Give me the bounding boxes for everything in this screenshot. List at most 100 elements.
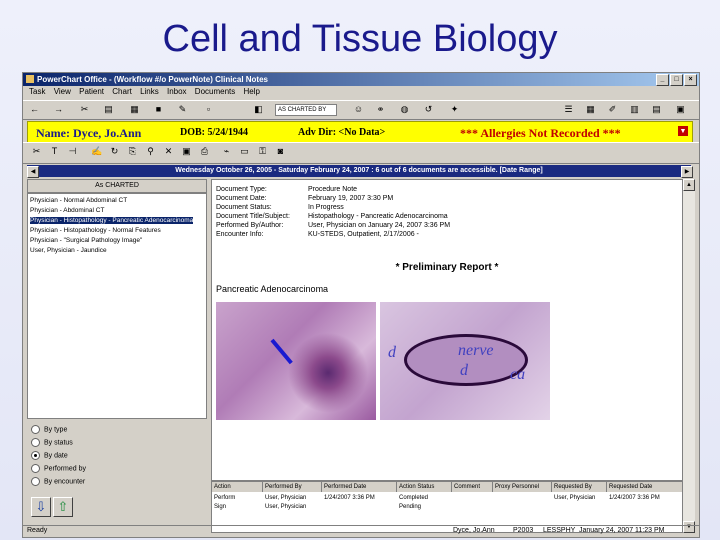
menu-task[interactable]: Task [29,87,45,96]
spell-icon[interactable]: ✎ [177,104,188,115]
sort-label: By encounter [44,478,86,486]
globe-icon[interactable]: ◍ [399,104,410,115]
chart-icon[interactable]: ▥ [629,104,640,115]
list-icon[interactable]: ☰ [563,104,574,115]
new-document-icon[interactable]: ▫ [203,104,214,115]
field-value: User, Physician on January 24, 2007 3:36… [308,222,451,229]
people-icon[interactable]: ☺ [353,104,364,115]
histology-image-nerve: nerve d d ca [380,302,550,420]
field-value: Histopathology - Pancreatic Adenocarcino… [308,213,448,220]
camera-icon[interactable]: ◙ [275,146,286,157]
document-item[interactable]: Physician - Normal Abdominal CT [30,197,127,204]
field-label: Document Status: [216,204,272,211]
edit-icon[interactable]: ✐ [607,104,618,115]
grid-header[interactable]: Performed Date [322,482,397,492]
sort-by-type[interactable]: By type [31,425,67,434]
radio-icon [31,464,40,473]
patient-banner: Name: Dyce, Jo.Ann DOB: 5/24/1944 Adv Di… [27,121,693,143]
minimize-button[interactable]: _ [656,74,669,86]
view-icon[interactable]: ◧ [253,104,264,115]
menu-documents[interactable]: Documents [195,87,235,96]
field-label: Encounter Info: [216,231,264,238]
menu-patient[interactable]: Patient [79,87,104,96]
document-viewer: Document Type: Procedure Note Document D… [211,179,683,481]
grid-header[interactable]: Performed By [263,482,322,492]
sort-label: Performed by [44,465,87,473]
grid-header[interactable]: Action Status [397,482,452,492]
tools-icon[interactable]: ✂ [31,146,42,157]
slide-title: Cell and Tissue Biology [162,18,558,60]
sign-icon[interactable]: ✍ [91,146,102,157]
sort-by-status[interactable]: By status [31,438,73,447]
app-icon [26,75,34,83]
note-icon[interactable]: ▤ [651,104,662,115]
sort-by-date[interactable]: By date [31,451,68,460]
forward-icon[interactable]: → [53,104,64,115]
delete-icon[interactable]: ✕ [163,146,174,157]
key-icon[interactable]: ⚿ [257,146,268,157]
banner-dropdown-icon[interactable]: ▼ [678,126,688,136]
grid-header[interactable]: Requested Date [607,482,683,492]
document-list-header[interactable]: As CHARTED [27,179,207,193]
document-item[interactable]: Physician - "Surgical Pathology Image" [30,237,142,244]
print-doc-icon[interactable]: ⎙ [199,146,210,157]
date-range-bar[interactable]: Wednesday October 26, 2005 - Saturday Fe… [27,165,691,177]
paste-icon[interactable]: ▤ [103,104,114,115]
grid-header[interactable]: Requested By [552,482,607,492]
copy-icon[interactable]: ⎘ [127,146,138,157]
field-label: Document Date: [216,195,267,202]
grid-header[interactable]: Comment [452,482,493,492]
menu-links[interactable]: Links [140,87,159,96]
calculator-icon[interactable]: ▣ [675,104,686,115]
status-site: LESSPHY [543,527,576,534]
patient-name: Name: Dyce, Jo.Ann [36,126,142,140]
status-ready: Ready [27,527,48,534]
grid-icon[interactable]: ▦ [585,104,596,115]
sort-by-encounter[interactable]: By encounter [31,477,85,486]
sort-label: By type [44,426,68,434]
search-icon[interactable]: ⚲ [145,146,156,157]
main-toolbar: ← → ✂ ▤ ▦ ■ ✎ ▫ ◧ AS CHARTED BY ☺ ⚭ ◍ ↺ … [23,100,699,120]
menu-chart[interactable]: Chart [112,87,132,96]
document-item[interactable]: Physician - Abdominal CT [30,207,104,214]
view-combo[interactable]: AS CHARTED BY [275,104,337,116]
menu-inbox[interactable]: Inbox [167,87,187,96]
close-button[interactable]: × [684,74,697,86]
menu-help[interactable]: Help [244,87,260,96]
previous-document-button[interactable]: ⇧ [53,497,73,517]
document-scrollbar[interactable]: ▲ ▼ [683,179,695,533]
print-icon[interactable]: ▦ [129,104,140,115]
refresh-icon[interactable]: ↻ [109,146,120,157]
radio-selected-icon [31,451,40,460]
bulb-icon[interactable]: ✦ [449,104,460,115]
scissors-icon[interactable]: ✂ [79,104,90,115]
document-toolbar: ✂ T ⊣ ✍ ↻ ⎘ ⚲ ✕ ▣ ⎙ ⌁ ▭ ⚿ ◙ [23,142,699,164]
window-titlebar: PowerChart Office - (Workflow #/o PowerN… [23,73,699,86]
save-icon[interactable]: ■ [153,104,164,115]
maximize-button[interactable]: □ [670,74,683,86]
indent-icon[interactable]: ⊣ [67,146,78,157]
sort-performed-by[interactable]: Performed by [31,464,86,473]
radio-icon [31,438,40,447]
radio-icon [31,425,40,434]
document-item[interactable]: User, Physician - Jaundice [30,247,107,254]
text-icon[interactable]: T [49,146,60,157]
document-item-selected[interactable]: Physician - Histopathology - Pancreatic … [30,217,194,224]
link-icon[interactable]: ⚭ [375,104,386,115]
grid-header[interactable]: Action [212,482,263,492]
scroll-right-icon[interactable]: ▶ [681,166,693,178]
grid-cell: Pending [399,504,422,510]
next-document-button[interactable]: ⇩ [31,497,51,517]
reply-icon[interactable]: ↺ [423,104,434,115]
scroll-left-icon[interactable]: ◀ [27,166,39,178]
carcinoma-label: ca [510,366,526,383]
grid-header[interactable]: Proxy Personnel [493,482,552,492]
folder-icon[interactable]: ▭ [239,146,250,157]
grid-cell: Perform [214,495,236,501]
menu-view[interactable]: View [54,87,71,96]
attach-icon[interactable]: ⌁ [221,146,232,157]
document-item[interactable]: Physician - Histopathology - Normal Feat… [30,227,161,234]
scroll-up-icon[interactable]: ▲ [683,179,695,191]
back-icon[interactable]: ← [29,104,40,115]
preview-icon[interactable]: ▣ [181,146,192,157]
